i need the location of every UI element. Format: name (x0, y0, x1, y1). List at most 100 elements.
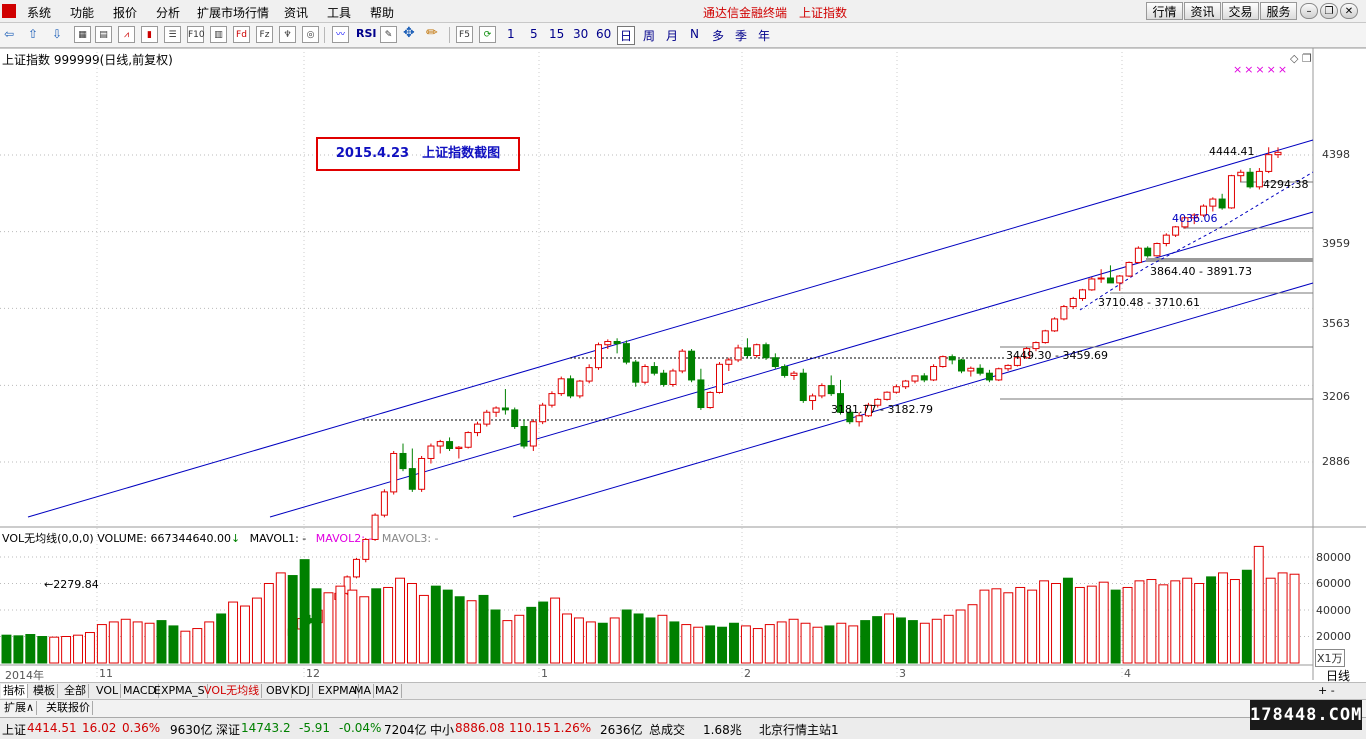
candle-body-down (920, 375, 928, 381)
move-icon[interactable]: ✥ (403, 25, 415, 41)
menu-quote[interactable]: 报价 (113, 4, 137, 21)
up-arrow-icon[interactable]: ⇧ (28, 27, 38, 41)
period-n[interactable]: N (690, 27, 699, 41)
refresh-icon[interactable]: ⟳ (479, 26, 496, 43)
f5-icon[interactable]: F5 (456, 26, 473, 43)
line-chart-icon[interactable]: ⩘ (118, 26, 135, 43)
down-arrow-icon[interactable]: ⇩ (52, 27, 62, 41)
app-logo-icon[interactable] (2, 4, 16, 18)
x-axis-label: 3 (899, 667, 906, 680)
trade-button[interactable]: 交易 (1222, 2, 1259, 20)
volume-bar-up (1289, 573, 1300, 664)
volume-bar-up (776, 621, 787, 664)
tab-vol[interactable]: VOL (94, 684, 122, 698)
grid-icon[interactable]: ▦ (74, 26, 91, 43)
period-30min[interactable]: 30 (573, 27, 588, 41)
f10-icon[interactable]: F10 (187, 26, 205, 43)
tab-ma2[interactable]: MA2 (373, 684, 403, 698)
volume-bar-up (955, 609, 966, 664)
service-button[interactable]: 服务 (1260, 2, 1297, 20)
period-quarter[interactable]: 季 (735, 27, 747, 44)
period-1min[interactable]: 1 (507, 27, 515, 41)
tab-expma-s[interactable]: EXPMA_S (152, 684, 208, 698)
volume-bar-up (1074, 586, 1085, 664)
minimize-icon[interactable]: – (1300, 3, 1318, 19)
candle-body-up (1125, 261, 1133, 277)
sh-index-value: 4414.51 (27, 721, 77, 735)
kline-chart[interactable] (0, 48, 1366, 682)
pencil-icon[interactable]: ✏ (426, 25, 438, 41)
menu-function[interactable]: 功能 (70, 4, 94, 21)
menu-news[interactable]: 资讯 (284, 4, 308, 21)
volume-bar-up (263, 583, 274, 664)
menu-analysis[interactable]: 分析 (156, 4, 180, 21)
sh-percent: 0.36% (122, 721, 161, 735)
tab-kdj[interactable]: KDJ (289, 684, 313, 698)
period-15min[interactable]: 15 (549, 27, 564, 41)
document-icon[interactable]: ▥ (210, 26, 227, 43)
candlestick-icon[interactable]: ▮ (141, 26, 158, 43)
price-range-label: 3181.77 - 3182.79 (831, 403, 933, 416)
volume-bar-up (84, 632, 95, 664)
volume-bar-up (740, 625, 751, 664)
back-arrow-icon[interactable]: ⇦ (4, 27, 14, 41)
tab-vol-no-ma[interactable]: VOL无均线 (202, 684, 263, 698)
menu-help[interactable]: 帮助 (370, 4, 394, 21)
volume-bar-down (717, 626, 728, 664)
volume-bar-up (144, 622, 155, 664)
menu-extended-market[interactable]: 扩展市场行情 (197, 4, 269, 21)
indicator-icon[interactable]: 〰 (332, 26, 349, 43)
market-button[interactable]: 行情 (1146, 2, 1183, 20)
cycle-icon[interactable]: ◎ (302, 26, 319, 43)
volume-bar-up (347, 589, 358, 664)
period-60min[interactable]: 60 (596, 27, 611, 41)
menu-tools[interactable]: 工具 (327, 4, 351, 21)
x-axis-label: 2 (744, 667, 751, 680)
candle-body-up (1060, 306, 1068, 320)
candle-body-down (660, 372, 668, 385)
table-icon[interactable]: ▤ (95, 26, 112, 43)
info-button[interactable]: 资讯 (1184, 2, 1221, 20)
related-quote-tab[interactable]: 关联报价 (44, 701, 93, 715)
server-name[interactable]: 北京行情主站1 (759, 721, 839, 738)
tab-indicator[interactable]: 指标 (1, 684, 28, 698)
restore-icon[interactable]: ❐ (1320, 3, 1338, 19)
candle-body-up (1274, 151, 1282, 156)
pin-icon[interactable]: ✎ (380, 26, 397, 43)
period-year[interactable]: 年 (758, 27, 770, 44)
quote-list-icon[interactable]: ☰ (164, 26, 181, 43)
close-icon[interactable]: ✕ (1340, 3, 1358, 19)
volume-bar-up (251, 597, 262, 664)
period-week[interactable]: 周 (643, 27, 655, 44)
rsi-button[interactable]: RSI (356, 27, 377, 40)
vol-value: VOLUME: 667344640.00 (97, 532, 231, 545)
tab-template[interactable]: 模板 (31, 684, 58, 698)
period-multi[interactable]: 多 (712, 27, 724, 44)
fund-icon[interactable]: Fd (233, 26, 250, 43)
candle-body-up (557, 378, 565, 395)
extend-toggle[interactable]: 扩展∧ (2, 701, 38, 715)
period-month[interactable]: 月 (666, 27, 678, 44)
volume-bar-up (1277, 572, 1288, 664)
zoom-buttons[interactable]: + - (1318, 684, 1335, 697)
volume-bar-up (1098, 581, 1109, 664)
period-5min[interactable]: 5 (530, 27, 538, 41)
volume-bar-up (108, 621, 119, 664)
formula-icon[interactable]: Fz (256, 26, 273, 43)
tab-all[interactable]: 全部 (62, 684, 89, 698)
bird-icon[interactable]: ♆ (279, 26, 296, 43)
candle-body-up (883, 391, 891, 400)
volume-bar-down (311, 588, 322, 664)
volume-bar-up (1134, 580, 1145, 664)
volume-bar-down (25, 634, 36, 664)
vol-indicator-name[interactable]: VOL无均线(0,0,0) (2, 532, 94, 545)
volume-bar-down (478, 594, 489, 664)
volume-bar-up (502, 620, 513, 664)
volume-bar-down (645, 617, 656, 664)
candle-body-up (892, 386, 900, 393)
period-day[interactable]: 日 (617, 26, 636, 45)
menu-system[interactable]: 系统 (27, 4, 51, 21)
volume-bar-down (490, 609, 501, 664)
tab-ma[interactable]: MA (352, 684, 375, 698)
zx-label: 中小 (430, 723, 455, 737)
